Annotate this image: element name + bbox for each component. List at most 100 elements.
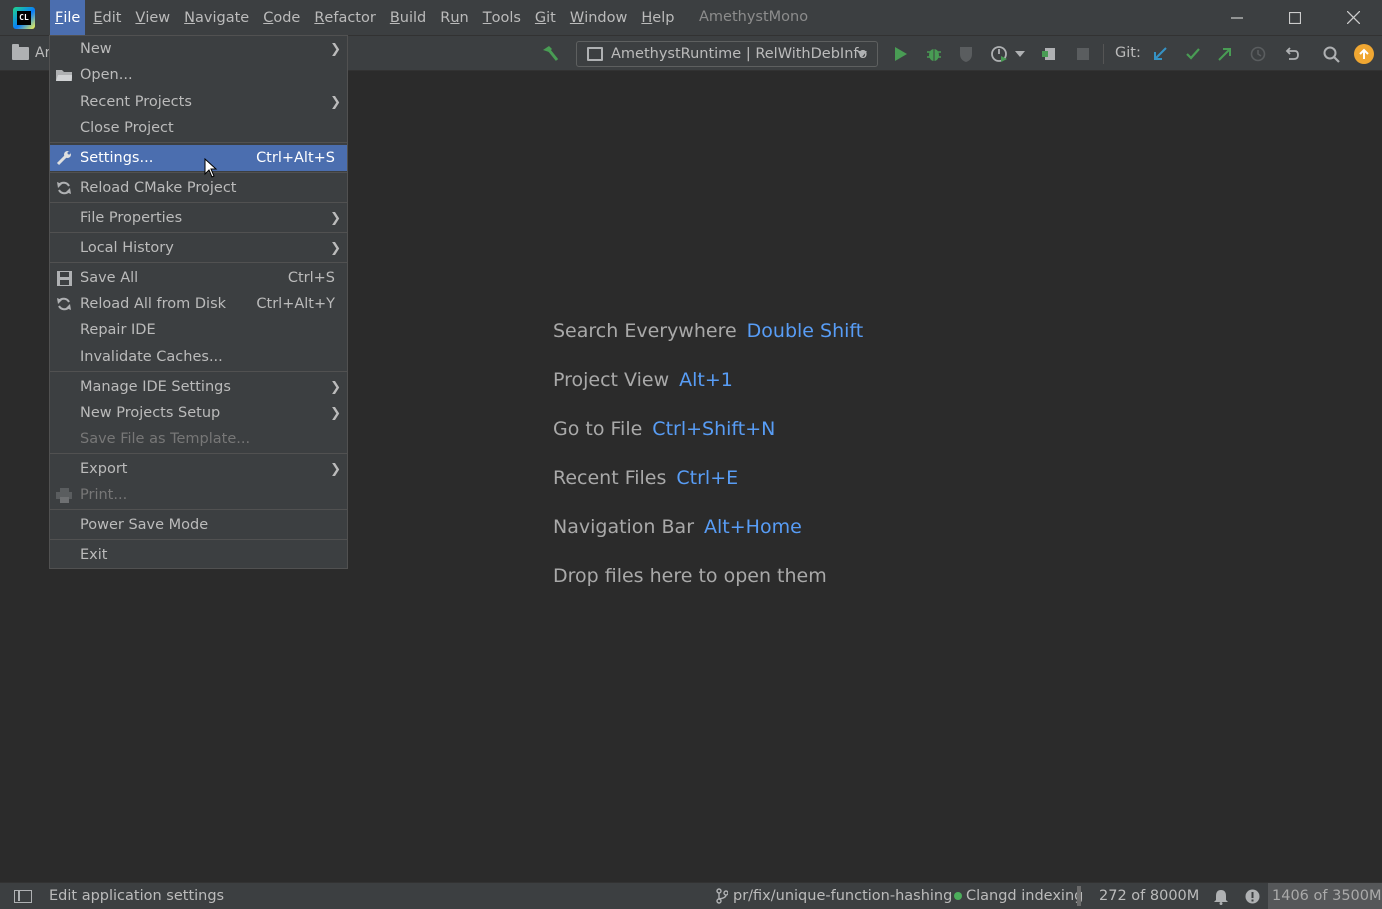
run-button[interactable] [890, 43, 912, 65]
clion-logo-icon[interactable]: CL [13, 7, 35, 29]
event-log-icon[interactable] [1245, 889, 1260, 908]
bug-icon [927, 49, 941, 61]
menu-refactor[interactable]: Refactor [308, 0, 381, 35]
menu-navigate[interactable]: Navigate [178, 0, 255, 35]
notifications-bell-icon[interactable] [1214, 889, 1228, 909]
more-run-options[interactable] [1013, 43, 1027, 65]
menu-run[interactable]: Run [434, 0, 474, 35]
chevron-right-icon: ❯ [330, 406, 341, 421]
hint-navigation-bar: Navigation Bar Alt+Home [553, 516, 802, 538]
search-everywhere-button[interactable] [1320, 43, 1342, 65]
attach-process-button[interactable] [1039, 43, 1061, 65]
shortcut-key: Double Shift [746, 320, 864, 342]
git-update-button[interactable] [1149, 43, 1171, 65]
menu-item-power-save-mode[interactable]: Power Save Mode [50, 512, 347, 538]
menu-edit[interactable]: Edit [87, 0, 127, 35]
menu-git[interactable]: Git [529, 0, 562, 35]
menu-separator [50, 142, 347, 143]
chevron-right-icon: ❯ [330, 462, 341, 477]
shortcut-label: Ctrl+Alt+S [256, 150, 335, 166]
menu-view[interactable]: View [129, 0, 176, 35]
git-push-button[interactable] [1214, 43, 1236, 65]
git-history-button[interactable] [1247, 43, 1269, 65]
check-icon [1186, 48, 1200, 60]
chevron-down-icon [857, 51, 867, 57]
menu-item-reload-from-disk[interactable]: Reload All from Disk Ctrl+Alt+Y [50, 291, 347, 317]
menu-item-manage-ide-settings[interactable]: Manage IDE Settings ❯ [50, 374, 347, 400]
menu-item-settings[interactable]: Settings... Ctrl+Alt+S [50, 145, 347, 171]
arrow-up-icon [1359, 48, 1369, 59]
wrench-icon [56, 150, 72, 166]
window-controls [1208, 0, 1382, 35]
chevron-right-icon: ❯ [330, 241, 341, 256]
shield-icon [960, 47, 972, 62]
menu-item-export[interactable]: Export ❯ [50, 456, 347, 482]
shortcut-key: Alt+1 [679, 369, 733, 391]
git-branch-widget[interactable]: pr/fix/unique-function-hashing [716, 888, 952, 904]
run-config-label: AmethystRuntime | RelWithDebInfo [611, 46, 868, 62]
folder-icon [12, 43, 29, 60]
search-icon [1323, 46, 1340, 63]
profile-button[interactable] [988, 43, 1010, 65]
shortcut-key: Ctrl+Shift+N [652, 418, 776, 440]
menu-item-repair-ide[interactable]: Repair IDE [50, 317, 347, 343]
menu-help[interactable]: Help [635, 0, 680, 35]
window-title: AmethystMono [699, 9, 809, 25]
menu-separator [50, 509, 347, 510]
menu-item-new[interactable]: New ❯ [50, 36, 347, 62]
menu-item-save-all[interactable]: Save All Ctrl+S [50, 265, 347, 291]
chevron-right-icon: ❯ [330, 42, 341, 57]
hint-recent-files: Recent Files Ctrl+E [553, 467, 739, 489]
menu-window[interactable]: Window [564, 0, 634, 35]
menu-separator [50, 202, 347, 203]
play-icon [895, 47, 907, 61]
git-commit-button[interactable] [1182, 43, 1204, 65]
ide-update-button[interactable] [1354, 44, 1374, 64]
menu-item-file-properties[interactable]: File Properties ❯ [50, 205, 347, 231]
debug-button[interactable] [923, 43, 945, 65]
close-icon [1346, 11, 1360, 24]
file-menu-dropdown: New ❯ Open... Recent Projects ❯ Close Pr… [49, 35, 348, 569]
refresh-icon [56, 296, 72, 312]
minimize-button[interactable] [1208, 0, 1266, 35]
menu-file[interactable]: File [50, 0, 86, 35]
logo-text: CL [17, 11, 31, 25]
menu-item-reload-cmake[interactable]: Reload CMake Project [50, 175, 347, 201]
toggle-tool-windows-icon[interactable] [14, 890, 32, 903]
clangd-indexing-label: Clangd indexing [966, 888, 1084, 904]
close-window-button[interactable] [1324, 0, 1382, 35]
menu-item-print: Print... [50, 482, 347, 508]
status-bar: Edit application settings pr/fix/unique-… [0, 882, 1382, 909]
maximize-icon [1289, 11, 1301, 24]
menu-build[interactable]: Build [384, 0, 432, 35]
menu-separator [50, 262, 347, 263]
clangd-status[interactable]: Clangd indexing [954, 888, 1083, 904]
menu-item-open[interactable]: Open... [50, 62, 347, 88]
menu-item-recent-projects[interactable]: Recent Projects ❯ [50, 89, 347, 115]
project-breadcrumb[interactable]: Ar [12, 43, 50, 61]
menu-separator [50, 232, 347, 233]
menu-item-local-history[interactable]: Local History ❯ [50, 235, 347, 261]
coverage-button[interactable] [955, 43, 977, 65]
git-rollback-button[interactable] [1280, 43, 1302, 65]
run-configuration-select[interactable]: AmethystRuntime | RelWithDebInfo [576, 41, 878, 67]
menu-item-invalidate-caches[interactable]: Invalidate Caches... [50, 344, 347, 370]
save-icon [56, 270, 72, 286]
shortcut-key: Ctrl+E [676, 467, 739, 489]
menu-item-new-projects-setup[interactable]: New Projects Setup ❯ [50, 400, 347, 426]
build-button[interactable] [539, 43, 561, 65]
menu-tools[interactable]: Tools [477, 0, 527, 35]
menu-item-close-project[interactable]: Close Project [50, 115, 347, 141]
chevron-down-icon [1015, 51, 1025, 57]
title-bar: CL File Edit View Navigate Code Refactor… [0, 0, 1382, 35]
hint-go-to-file: Go to File Ctrl+Shift+N [553, 418, 776, 440]
arrow-down-left-icon [1154, 47, 1167, 60]
memory-usage: 1406 of 3500M [1272, 888, 1382, 904]
stop-button[interactable] [1072, 43, 1094, 65]
shortcut-label: Ctrl+S [287, 270, 335, 286]
menu-code[interactable]: Code [257, 0, 306, 35]
memory-indicator[interactable]: 1406 of 3500M [1268, 883, 1382, 909]
indexing-progress-bar [1077, 886, 1081, 906]
menu-item-exit[interactable]: Exit [50, 542, 347, 568]
maximize-button[interactable] [1266, 0, 1324, 35]
